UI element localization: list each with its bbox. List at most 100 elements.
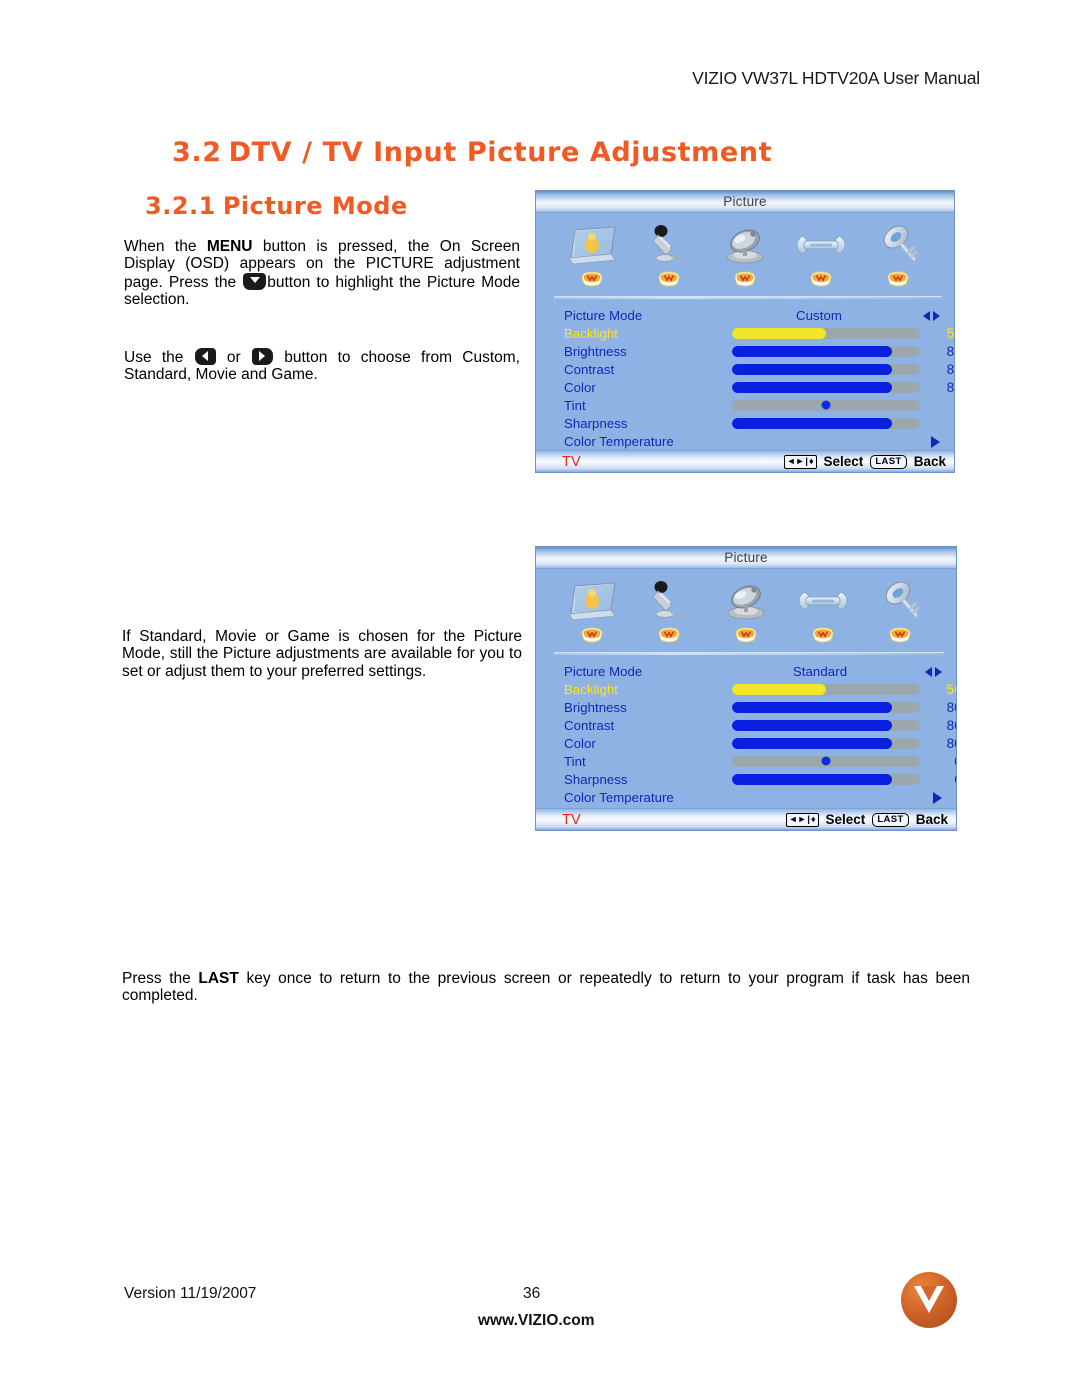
osd-row-brightness[interactable]: Brightness 80	[536, 698, 956, 716]
osd-row-label: Contrast	[564, 361, 615, 377]
osd-row-contrast[interactable]: Contrast 80	[536, 360, 954, 378]
osd-row-control[interactable]: Standard	[740, 662, 900, 680]
osd-icon-cell-wrench[interactable]	[783, 221, 859, 288]
osd-icon-cell-picture[interactable]	[554, 577, 631, 644]
osd-slider-track[interactable]	[732, 345, 920, 357]
osd-slider-track[interactable]	[732, 399, 920, 411]
footer-website: www.VIZIO.com	[478, 1312, 595, 1329]
osd-row-brightness[interactable]: Brightness 80	[536, 342, 954, 360]
osd-row-control[interactable]	[732, 698, 920, 716]
osd-row-control[interactable]	[732, 734, 920, 752]
osd-title: Picture	[723, 194, 767, 209]
page-header: VIZIO VW37L HDTV20A User Manual	[692, 68, 980, 88]
osd-select-label: Select	[823, 454, 864, 469]
osd-row-control[interactable]	[732, 414, 920, 432]
osd-row-control[interactable]: Custom	[740, 306, 898, 324]
osd-row-picture-mode[interactable]: Picture Mode Custom	[536, 306, 954, 324]
osd-icon-cell-microphone[interactable]	[631, 577, 708, 644]
osd-row-control[interactable]	[732, 770, 920, 788]
osd-slider-knob[interactable]	[821, 756, 831, 766]
osd-icon-cell-picture[interactable]	[554, 221, 630, 288]
osd-row-label: Picture Mode	[564, 663, 643, 679]
osd-slider-track[interactable]	[732, 417, 920, 429]
left-right-arrow-icon	[900, 664, 946, 679]
osd-back-label: Back	[915, 812, 948, 827]
osd-row-control[interactable]	[732, 360, 920, 378]
osd-slider-track[interactable]	[732, 363, 920, 375]
osd-row-tint[interactable]: Tint 0	[536, 752, 956, 770]
osd-slider-fill	[732, 701, 892, 713]
osd-row-control[interactable]	[732, 324, 920, 342]
osd-icon-cell-satellite-dish[interactable]	[707, 221, 783, 288]
osd-row-color-temperature[interactable]: Color Temperature	[536, 432, 954, 450]
osd-slider-fill	[732, 363, 892, 375]
vizio-badge-icon	[580, 627, 604, 644]
last-key-bold: LAST	[198, 969, 239, 987]
osd-row-value: 80	[946, 361, 955, 377]
osd-mode-value: Custom	[795, 307, 843, 323]
osd-slider-track[interactable]	[732, 755, 920, 767]
osd-row-value: 80	[946, 343, 955, 359]
osd-slider-track[interactable]	[732, 701, 920, 713]
paragraph-use-arrows: Use the or button to choose from Custom,…	[124, 347, 520, 384]
osd-row-backlight[interactable]: Backlight 50	[536, 324, 954, 342]
osd-icon-divider	[554, 652, 944, 655]
osd-row-sharpness[interactable]: Sharpness 6	[536, 770, 956, 788]
osd-row-color[interactable]: Color 80	[536, 378, 954, 396]
osd-slider-track[interactable]	[732, 737, 920, 749]
osd-row-value: 0	[920, 754, 956, 769]
osd-row-tint[interactable]: Tint 0	[536, 396, 954, 414]
vizio-badge-icon	[888, 627, 912, 644]
osd-row-control[interactable]	[732, 716, 920, 734]
osd-row-control	[740, 432, 898, 450]
osd-row-control[interactable]	[732, 752, 920, 770]
osd-icon-cell-wrench[interactable]	[784, 577, 861, 644]
osd-slider-track[interactable]	[732, 773, 920, 785]
osd-row-control[interactable]	[732, 680, 920, 698]
osd-slider-track[interactable]	[732, 381, 920, 393]
subsection-number: 3.2.1	[145, 192, 216, 220]
osd-icon-cell-key[interactable]	[860, 221, 936, 288]
osd-row-control[interactable]	[732, 342, 920, 360]
osd-row-value: 80	[946, 699, 956, 715]
menu-key-bold: MENU	[206, 237, 253, 255]
osd-row-label: Backlight	[564, 681, 618, 697]
subsection-title: Picture Mode	[222, 192, 408, 220]
left-arrow-key-icon	[194, 347, 216, 365]
text-fragment: key once to return to the previous scree…	[122, 969, 970, 1005]
osd-row-picture-mode[interactable]: Picture Mode Standard	[536, 662, 956, 680]
osd-icon-cell-satellite-dish[interactable]	[708, 577, 785, 644]
last-key-icon: LAST	[872, 812, 909, 827]
osd-screenshot-standard-mode: Picture Picture Mode Standard Backlight …	[535, 546, 957, 831]
osd-mode-value: Standard	[792, 663, 848, 679]
osd-slider-track[interactable]	[732, 719, 920, 731]
vizio-badge-icon	[657, 627, 681, 644]
osd-icon-cell-microphone[interactable]	[630, 221, 706, 288]
osd-row-control[interactable]	[732, 396, 920, 414]
osd-title: Picture	[724, 550, 768, 565]
osd-slider-track[interactable]	[732, 327, 920, 339]
osd-slider-fill	[732, 345, 892, 357]
picture-icon	[563, 221, 621, 269]
vizio-badge-icon	[809, 271, 833, 288]
vizio-badge-icon	[811, 627, 835, 644]
osd-row-control[interactable]	[732, 378, 920, 396]
osd-slider-track[interactable]	[732, 683, 920, 695]
osd-row-sharpness[interactable]: Sharpness 6	[536, 414, 954, 432]
subsection-heading: 3.2.1 Picture Mode	[145, 192, 408, 220]
osd-row-backlight[interactable]: Backlight 50	[536, 680, 956, 698]
osd-row-color-temperature[interactable]: Color Temperature	[536, 788, 956, 806]
picture-icon	[563, 577, 621, 625]
osd-row-label: Color Temperature	[564, 789, 674, 805]
osd-row-color[interactable]: Color 80	[536, 734, 956, 752]
footer-version: Version 11/19/2007	[124, 1285, 257, 1302]
osd-slider-fill	[732, 773, 892, 785]
osd-row-value: 80	[946, 379, 955, 395]
osd-slider-knob[interactable]	[821, 400, 831, 410]
osd-row-value: 80	[946, 735, 956, 751]
key-icon	[869, 221, 927, 269]
satellite-dish-icon	[717, 577, 775, 625]
osd-icon-cell-key[interactable]	[861, 577, 938, 644]
osd-row-contrast[interactable]: Contrast 80	[536, 716, 956, 734]
osd-source-label: TV	[562, 453, 581, 470]
